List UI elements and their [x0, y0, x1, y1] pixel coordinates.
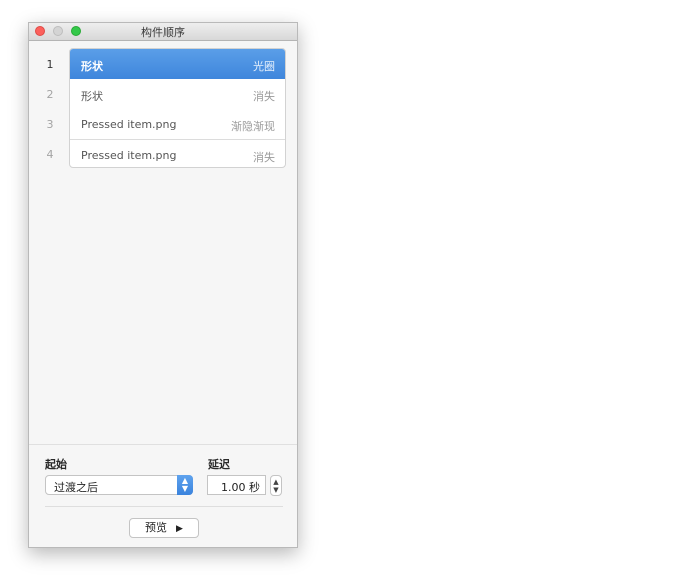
stepper-up-icon[interactable]: ▲ — [273, 478, 278, 486]
build-effect: 消失 — [253, 90, 275, 103]
delay-stepper[interactable]: ▲ ▼ — [270, 475, 282, 496]
build-item[interactable]: 形状 光圈 — [70, 49, 285, 79]
chevron-updown-icon: ▲ ▼ — [177, 475, 193, 495]
delay-label: 延迟 — [208, 458, 230, 471]
build-name: 形状 — [81, 60, 103, 73]
start-select-value: 过渡之后 — [54, 481, 98, 494]
stepper-down-icon[interactable]: ▼ — [273, 486, 278, 494]
build-item[interactable]: Pressed item.png 渐隐渐现 — [70, 109, 285, 139]
build-effect: 消失 — [253, 151, 275, 164]
preview-button[interactable]: 预览 ▶ — [129, 518, 199, 538]
build-effect: 光圈 — [253, 60, 275, 73]
row-number: 2 — [46, 88, 54, 101]
build-name: Pressed item.png — [81, 118, 177, 131]
divider — [45, 506, 283, 507]
build-list: 形状 光圈 形状 消失 Pressed item.png 渐隐渐现 Presse… — [69, 48, 286, 168]
row-number: 1 — [46, 58, 54, 71]
build-order-window: 构件顺序 1 2 3 4 形状 光圈 形状 消失 Pressed item.pn… — [28, 22, 298, 548]
build-name: 形状 — [81, 90, 103, 103]
build-name: Pressed item.png — [81, 149, 177, 162]
play-icon: ▶ — [176, 524, 183, 534]
preview-label: 预览 — [145, 521, 168, 534]
delay-field[interactable]: 1.00 秒 — [207, 475, 266, 495]
build-item[interactable]: 形状 消失 — [70, 79, 285, 109]
divider — [29, 444, 297, 445]
row-number: 3 — [46, 118, 54, 131]
build-effect: 渐隐渐现 — [231, 120, 275, 133]
row-number: 4 — [46, 148, 54, 161]
window-title: 构件顺序 — [141, 26, 185, 39]
delay-value: 1.00 秒 — [221, 481, 260, 494]
build-item[interactable]: Pressed item.png 消失 — [70, 139, 285, 167]
start-select[interactable]: 过渡之后 ▲ ▼ — [45, 475, 193, 495]
start-label: 起始 — [45, 458, 67, 471]
title-bar: 构件顺序 — [29, 23, 297, 41]
